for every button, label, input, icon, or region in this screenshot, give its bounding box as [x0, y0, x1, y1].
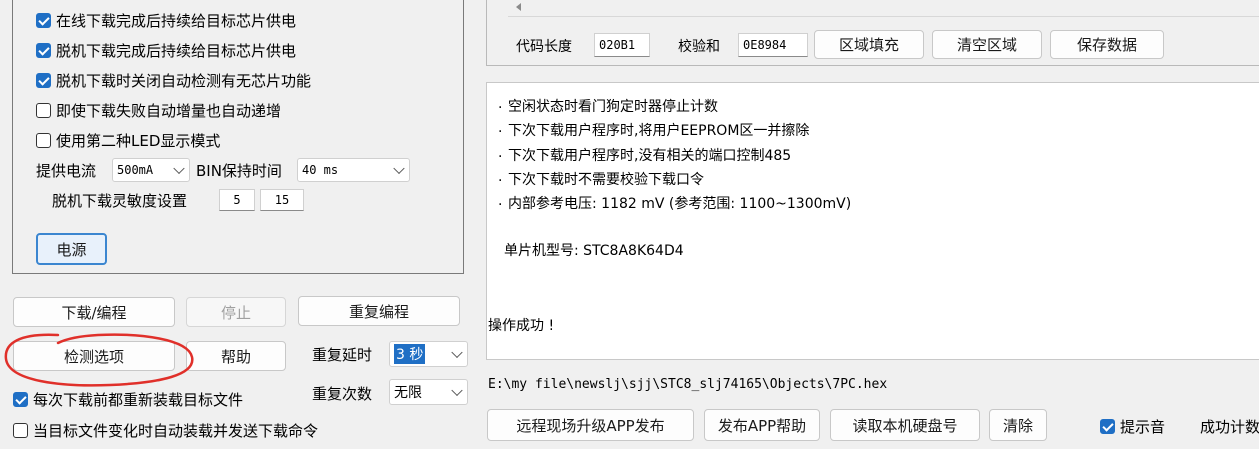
file-path-field: E:\my file\newslj\sjj\STC8_slj74165\Obje…: [488, 376, 888, 392]
checkbox-label: 即使下载失败自动增量也自动递增: [56, 102, 282, 120]
beep-checkbox[interactable]: 提示音: [1100, 416, 1165, 437]
supply-current-label: 提供电流: [36, 162, 97, 180]
success-count-label: 成功计数: [1200, 418, 1259, 436]
checksum-field: 0E8984: [738, 33, 808, 57]
auto-reload-on-change-checkbox[interactable]: 当目标文件变化时自动装载并发送下载命令: [13, 420, 318, 441]
operation-result-text: 操作成功 !: [488, 318, 555, 334]
repeat-count-label: 重复次数: [312, 385, 373, 403]
fill-area-button[interactable]: 区域填充: [814, 30, 924, 59]
checkbox-on-icon: [36, 73, 51, 88]
chevron-down-icon: [451, 346, 463, 359]
checkbox-label: 脱机下载时关闭自动检测有无芯片功能: [56, 72, 312, 90]
log-line: 空闲状态时看门狗定时器停止计数: [508, 99, 718, 115]
repeat-count-select[interactable]: 无限: [389, 379, 468, 405]
log-bullet: .: [498, 120, 503, 136]
repeat-program-button[interactable]: 重复编程: [298, 296, 460, 326]
chevron-down-icon: [451, 384, 463, 397]
code-length-label: 代码长度: [516, 39, 572, 55]
chevron-down-icon: [393, 162, 405, 175]
offline-sensitivity-label: 脱机下载灵敏度设置: [52, 192, 188, 210]
annotation-circle: [4, 333, 194, 387]
horizontal-scrollbar[interactable]: [508, 0, 1259, 17]
log-line: 下次下载用户程序时,没有相关的端口控制485: [508, 148, 792, 164]
clear-log-button[interactable]: 清除: [989, 409, 1047, 441]
disable-chip-detect-checkbox[interactable]: 脱机下载时关闭自动检测有无芯片功能: [36, 70, 311, 91]
checkbox-on-icon: [1100, 419, 1115, 434]
code-length-field: 020B1: [594, 33, 650, 57]
log-bullet: .: [498, 145, 503, 161]
bin-hold-label: BIN保持时间: [196, 162, 282, 180]
auto-increment-checkbox[interactable]: 即使下载失败自动增量也自动递增: [36, 100, 281, 121]
supply-current-select[interactable]: 500mA: [112, 158, 190, 182]
log-bullet: .: [498, 169, 503, 185]
log-line: 下次下载时不需要校验下载口令: [508, 172, 704, 188]
publish-app-help-button[interactable]: 发布APP帮助: [704, 409, 820, 441]
log-line: 内部参考电压: 1182 mV (参考范围: 1100~1300mV): [508, 196, 852, 212]
scroll-left-icon[interactable]: [516, 3, 521, 11]
checkbox-label: 脱机下载完成后持续给目标芯片供电: [56, 42, 297, 60]
log-bullet: .: [498, 96, 503, 112]
remote-upgrade-button[interactable]: 远程现场升级APP发布: [487, 409, 694, 441]
checksum-label: 校验和: [678, 39, 720, 55]
log-line: 下次下载用户程序时,将用户EEPROM区一并擦除: [508, 123, 810, 139]
stop-button[interactable]: 停止: [186, 297, 286, 327]
checkbox-label: 当目标文件变化时自动装载并发送下载命令: [33, 422, 319, 440]
checkbox-on-icon: [36, 13, 51, 28]
read-disk-id-button[interactable]: 读取本机硬盘号: [830, 409, 980, 441]
offline-power-checkbox[interactable]: 脱机下载完成后持续给目标芯片供电: [36, 40, 296, 61]
mcu-model-text: 单片机型号: STC8A8K64D4: [504, 243, 684, 259]
power-button[interactable]: 电源: [36, 233, 107, 265]
clear-area-button[interactable]: 清空区域: [932, 30, 1042, 59]
checkbox-label: 使用第二种LED显示模式: [56, 132, 221, 150]
repeat-delay-label: 重复延时: [312, 346, 373, 364]
chevron-down-icon: [173, 162, 185, 175]
repeat-delay-select[interactable]: 3 秒: [389, 341, 468, 367]
checkbox-on-icon: [36, 43, 51, 58]
second-led-mode-checkbox[interactable]: 使用第二种LED显示模式: [36, 130, 220, 151]
bin-hold-select[interactable]: 40 ms: [297, 158, 410, 182]
log-bullet: .: [498, 193, 503, 209]
save-data-button[interactable]: 保存数据: [1050, 30, 1164, 59]
sensitivity-input-a[interactable]: 5: [219, 189, 255, 211]
checkbox-label: 在线下载完成后持续给目标芯片供电: [56, 12, 297, 30]
help-button[interactable]: 帮助: [186, 341, 286, 371]
online-power-checkbox[interactable]: 在线下载完成后持续给目标芯片供电: [36, 10, 296, 31]
sensitivity-input-b[interactable]: 15: [260, 189, 304, 211]
checkbox-off-icon: [36, 103, 51, 118]
checkbox-label: 提示音: [1120, 418, 1166, 436]
download-button[interactable]: 下载/编程: [13, 297, 175, 327]
checkbox-off-icon: [36, 133, 51, 148]
checkbox-off-icon: [13, 423, 28, 438]
